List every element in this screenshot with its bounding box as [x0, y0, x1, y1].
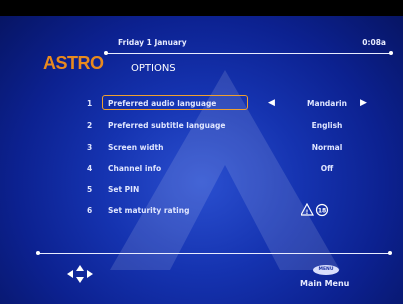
row-label: Preferred subtitle language	[108, 121, 226, 130]
menu-row-subtitle-language[interactable]: 2 Preferred subtitle language English	[0, 119, 403, 133]
tv-screen: ASTRO Friday 1 January 0:08a OPTIONS 1 P…	[0, 0, 403, 304]
row-number: 6	[87, 206, 93, 215]
astro-logo: ASTRO	[43, 53, 104, 73]
row-label: Set PIN	[108, 185, 140, 194]
top-border	[0, 0, 403, 16]
header-divider-dot	[104, 51, 108, 55]
header-divider-dot	[389, 51, 393, 55]
navigation-arrows-icon[interactable]	[55, 263, 105, 285]
row-value: Off	[320, 164, 334, 173]
row-number: 2	[87, 121, 93, 130]
arrow-right-icon[interactable]: ▶	[360, 98, 367, 108]
row-value: Normal	[311, 143, 343, 152]
header-divider	[106, 53, 392, 54]
footer-divider	[38, 253, 390, 254]
row-number: 5	[87, 185, 93, 194]
menu-button-icon[interactable]: MENU	[313, 265, 339, 275]
header-time: 0:08a	[362, 38, 386, 47]
menu-row-screen-width[interactable]: 3 Screen width Normal	[0, 141, 403, 155]
menu-row-audio-language[interactable]: 1 Preferred audio language ◀ Mandarin ▶	[0, 95, 403, 111]
page-title: OPTIONS	[131, 63, 176, 74]
row-label: Preferred audio language	[108, 99, 217, 108]
rating-badge-text: 18	[318, 208, 326, 215]
footer-divider-dot	[36, 251, 40, 255]
arrow-left-icon[interactable]: ◀	[268, 98, 275, 108]
row-label: Channel info	[108, 164, 162, 173]
svg-text:!: !	[306, 209, 309, 216]
menu-row-channel-info[interactable]: 4 Channel info Off	[0, 162, 403, 176]
row-label: Set maturity rating	[108, 206, 190, 215]
row-value: English	[311, 121, 343, 130]
header-date: Friday 1 January	[118, 38, 187, 47]
row-number: 3	[87, 143, 93, 152]
menu-row-set-pin[interactable]: 5 Set PIN	[0, 183, 403, 197]
footer-divider-dot	[388, 251, 392, 255]
menu-row-maturity-rating[interactable]: 6 Set maturity rating ! 18	[0, 203, 403, 218]
main-menu-caption: Main Menu	[300, 279, 350, 288]
row-number: 4	[87, 164, 93, 173]
row-value: Mandarin	[307, 99, 347, 108]
row-label: Screen width	[108, 143, 164, 152]
maturity-rating-icon: ! 18	[301, 203, 329, 217]
row-number: 1	[87, 99, 93, 108]
